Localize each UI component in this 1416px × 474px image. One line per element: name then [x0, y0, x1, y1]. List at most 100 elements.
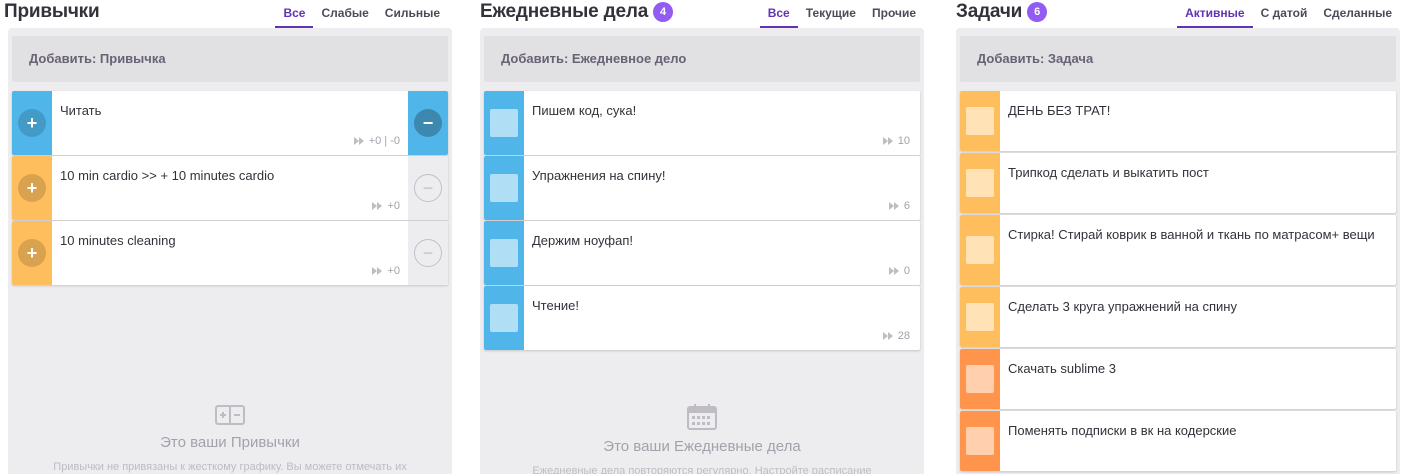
- minus-icon[interactable]: −: [414, 174, 442, 202]
- plus-icon[interactable]: +: [18, 174, 46, 202]
- plus-icon[interactable]: +: [18, 239, 46, 267]
- habit-streak: +0: [372, 200, 400, 212]
- todo-checkbox-control[interactable]: [960, 91, 1000, 151]
- todo-item[interactable]: ДЕНЬ БЕЗ ТРАТ!: [960, 91, 1396, 151]
- checkbox-icon[interactable]: [966, 169, 994, 197]
- todo-checkbox-control[interactable]: [960, 153, 1000, 213]
- daily-item[interactable]: Чтение! 28: [484, 286, 920, 350]
- daily-text: Чтение!: [532, 298, 579, 313]
- daily-streak: 28: [882, 330, 910, 342]
- checkbox-icon[interactable]: [490, 174, 518, 202]
- habit-score: +0 | -0: [368, 135, 400, 147]
- todo-item[interactable]: Сделать 3 круга упражнений на спину: [960, 287, 1396, 347]
- habit-item[interactable]: +10 minutes cleaning +0 −: [12, 221, 448, 285]
- todo-checkbox-control[interactable]: [960, 215, 1000, 285]
- dailies-count-badge: 4: [653, 2, 674, 22]
- habit-item[interactable]: + Читать +0 | -0 −: [12, 91, 448, 155]
- habits-empty-title: Это ваши Привычки: [160, 434, 300, 451]
- dailies-filter-other[interactable]: Прочие: [864, 0, 924, 28]
- daily-checkbox-control[interactable]: [484, 156, 524, 220]
- habit-minus-control[interactable]: −: [408, 156, 448, 220]
- daily-checkbox-control[interactable]: [484, 221, 524, 285]
- habits-empty-desc: Привычки не привязаны к жесткому графику…: [53, 461, 407, 473]
- todo-item[interactable]: Трипкод сделать и выкатить пост: [960, 153, 1396, 213]
- dailies-empty-desc: Ежедневные дела повторяются регулярно. Н…: [532, 465, 872, 474]
- todo-checkbox-control[interactable]: [960, 287, 1000, 347]
- checkbox-icon[interactable]: [966, 365, 994, 393]
- todos-filter-done[interactable]: Сделанные: [1315, 0, 1400, 28]
- daily-item[interactable]: Пишем код, сука! 10: [484, 91, 920, 155]
- habits-panel: Добавить: Привычка + Читать +0 | -0− +10 mi…: [8, 28, 452, 474]
- habit-list: + Читать +0 | -0− +10 min cardio >> + 10 mi…: [12, 91, 448, 286]
- todo-text: Поменять подписки в вк на кодерские: [1008, 423, 1237, 438]
- todos-header: Задачи 6 Активные С датой Сделанные: [952, 0, 1404, 28]
- daily-checkbox-control[interactable]: [484, 91, 524, 155]
- habit-streak: +0: [372, 265, 400, 277]
- dailies-filter-due[interactable]: Текущие: [798, 0, 864, 28]
- checkbox-icon[interactable]: [966, 236, 994, 264]
- todos-title: Задачи: [956, 1, 1023, 22]
- checkbox-icon[interactable]: [490, 304, 518, 332]
- dailies-empty-state: Это ваши Ежедневные дела Ежедневные дела…: [480, 404, 924, 474]
- checkbox-icon[interactable]: [490, 239, 518, 267]
- habit-text: 10 min cardio >> + 10 minutes cardio: [60, 168, 275, 183]
- todos-panel: Добавить: Задача ДЕНЬ БЕЗ ТРАТ! Трипкод с…: [956, 28, 1400, 474]
- todo-item[interactable]: Скачать sublime 3: [960, 349, 1396, 409]
- habit-streak: +0 | -0: [353, 135, 400, 147]
- todo-list: ДЕНЬ БЕЗ ТРАТ! Трипкод сделать и выкатить…: [960, 91, 1396, 473]
- dailies-title: Ежедневные дела: [480, 1, 649, 22]
- habit-score: +0: [387, 265, 400, 277]
- checkbox-icon[interactable]: [966, 107, 994, 135]
- dailies-filters: Все Текущие Прочие: [759, 0, 924, 28]
- habit-plus-control[interactable]: +: [12, 156, 52, 220]
- todos-filter-active[interactable]: Активные: [1177, 0, 1253, 28]
- todo-item[interactable]: Стирка! Стирай коврик в ванной и ткань п…: [960, 215, 1396, 285]
- daily-checkbox-control[interactable]: [484, 286, 524, 350]
- daily-streak-count: 28: [897, 330, 910, 342]
- dailies-column: Ежедневные дела 4 Все Текущие Прочие Доб…: [476, 0, 928, 474]
- daily-item[interactable]: Держим ноуфап! 0: [484, 221, 920, 285]
- habit-item[interactable]: +10 min cardio >> + 10 minutes cardio +0 −: [12, 156, 448, 220]
- daily-text: Пишем код, сука!: [532, 103, 637, 118]
- add-habit-input[interactable]: Добавить: Привычка: [12, 36, 448, 82]
- checkbox-icon[interactable]: [966, 303, 994, 331]
- habits-empty-state: Это ваши Привычки Привычки не привязаны …: [8, 404, 452, 473]
- dailies-empty-title: Это ваши Ежедневные дела: [603, 438, 801, 455]
- habits-filter-weak[interactable]: Слабые: [313, 0, 376, 28]
- todos-filters: Активные С датой Сделанные: [1177, 0, 1400, 28]
- dailies-panel: Добавить: Ежедневное дело Пишем код, сук…: [480, 28, 924, 474]
- habits-column: Привычки Все Слабые Сильные Добавить: Пр…: [0, 0, 452, 474]
- habits-filter-all[interactable]: Все: [275, 0, 314, 28]
- plus-icon[interactable]: +: [18, 109, 46, 137]
- habit-text: Читать: [60, 103, 102, 118]
- todo-checkbox-control[interactable]: [960, 349, 1000, 409]
- todo-item[interactable]: Поменять подписки в вк на кодерские: [960, 411, 1396, 471]
- daily-streak-count: 6: [903, 200, 910, 212]
- add-todo-input[interactable]: Добавить: Задача: [960, 36, 1396, 82]
- daily-streak-count: 10: [897, 135, 910, 147]
- minus-icon[interactable]: −: [414, 239, 442, 267]
- habit-score: +0: [387, 200, 400, 212]
- habit-plus-control[interactable]: +: [12, 221, 52, 285]
- todo-text: ДЕНЬ БЕЗ ТРАТ!: [1008, 103, 1111, 118]
- habit-minus-control[interactable]: −: [408, 221, 448, 285]
- daily-item[interactable]: Упражнения на спину! 6: [484, 156, 920, 220]
- task-board: Привычки Все Слабые Сильные Добавить: Пр…: [0, 0, 1416, 474]
- daily-streak: 6: [888, 200, 910, 212]
- habit-minus-control[interactable]: −: [408, 91, 448, 155]
- checkbox-icon[interactable]: [966, 427, 994, 455]
- add-daily-input[interactable]: Добавить: Ежедневное дело: [484, 36, 920, 82]
- checkbox-icon[interactable]: [490, 109, 518, 137]
- daily-streak: 0: [888, 265, 910, 277]
- minus-icon[interactable]: −: [414, 109, 442, 137]
- dailies-filter-all[interactable]: Все: [759, 0, 798, 28]
- habit-plus-control[interactable]: +: [12, 91, 52, 155]
- todo-text: Скачать sublime 3: [1008, 361, 1116, 376]
- habits-title: Привычки: [4, 1, 100, 22]
- todo-checkbox-control[interactable]: [960, 411, 1000, 471]
- calendar-icon: [480, 404, 924, 430]
- habits-filter-strong[interactable]: Сильные: [377, 0, 448, 28]
- todos-filter-dated[interactable]: С датой: [1253, 0, 1316, 28]
- habits-header: Привычки Все Слабые Сильные: [0, 0, 452, 28]
- daily-streak: 10: [882, 135, 910, 147]
